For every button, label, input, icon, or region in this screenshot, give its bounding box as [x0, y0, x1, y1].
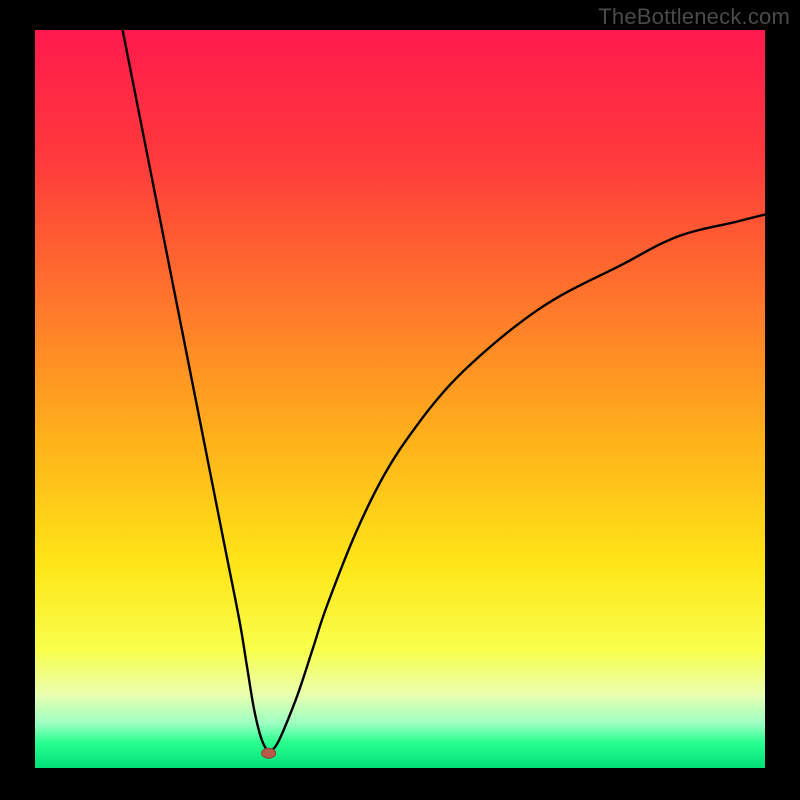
watermark-label: TheBottleneck.com [598, 4, 790, 30]
chart-frame: TheBottleneck.com [0, 0, 800, 800]
plot-area [35, 30, 765, 768]
minimum-marker [262, 748, 276, 758]
bottleneck-chart [35, 30, 765, 768]
